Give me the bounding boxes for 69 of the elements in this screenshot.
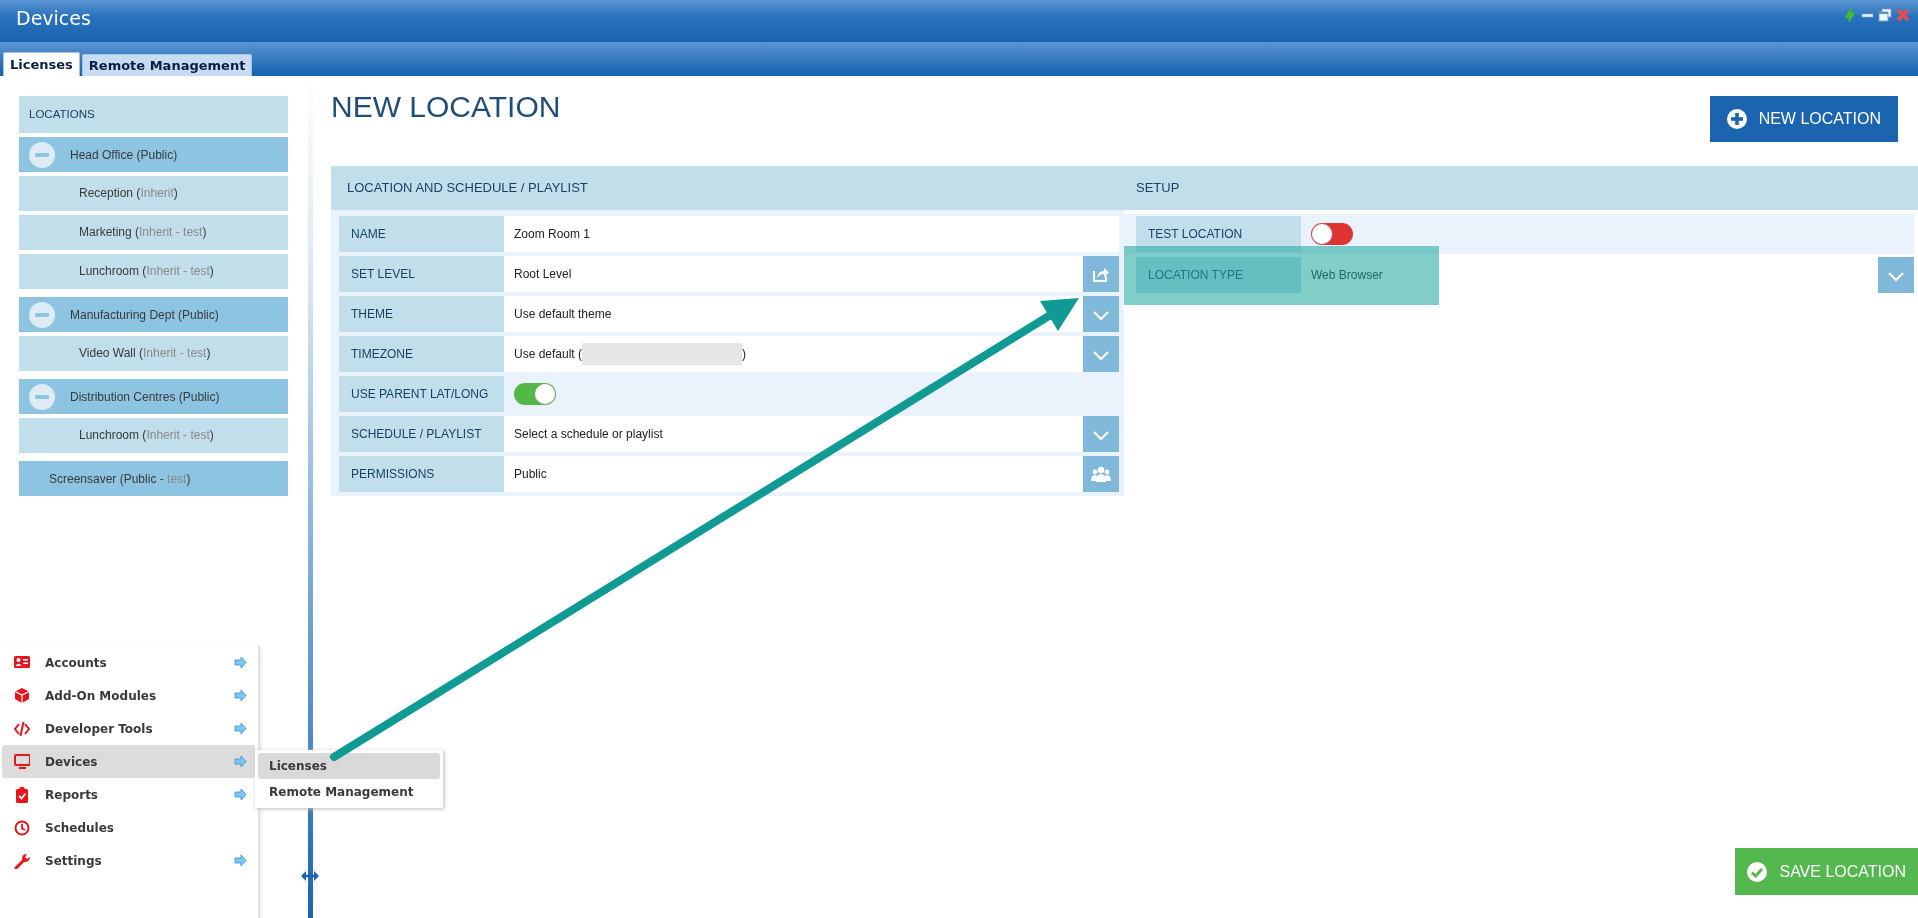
toggle-switch[interactable] <box>1311 223 1353 245</box>
location-name: Screensaver (Public - test) <box>49 471 191 486</box>
location-row[interactable]: Lunchroom (Inherit - test) <box>19 418 288 453</box>
field-label: PERMISSIONS <box>339 456 504 492</box>
monitor-icon <box>14 753 30 770</box>
field-label: SET LEVEL <box>339 256 504 292</box>
checkmark-icon <box>1747 861 1768 882</box>
field-label: LOCATION TYPE <box>1136 257 1301 293</box>
menu-item[interactable]: Settings <box>2 844 255 877</box>
resize-icon[interactable] <box>301 871 319 881</box>
menu-item[interactable]: Developer Tools <box>2 712 255 745</box>
location-name: Head Office (Public) <box>70 147 178 162</box>
tab[interactable]: Remote Management <box>81 54 253 76</box>
location-row[interactable]: Lunchroom (Inherit - test) <box>19 254 288 289</box>
collapse-icon[interactable] <box>29 301 55 328</box>
collapse-icon[interactable] <box>29 141 55 168</box>
menu-item[interactable]: Add-On Modules <box>2 679 255 712</box>
cube-icon <box>14 687 30 704</box>
menu-item[interactable]: Devices <box>2 745 255 778</box>
tab[interactable]: Licenses <box>3 52 80 76</box>
people-button[interactable] <box>1083 456 1119 492</box>
input-field[interactable]: Root Level <box>504 256 1083 292</box>
new-location-button[interactable]: NEW LOCATION <box>1709 96 1898 142</box>
window-title: Devices <box>16 7 91 29</box>
input-field[interactable]: Zoom Room 1 <box>504 216 1119 252</box>
wrench-icon <box>14 852 30 869</box>
toggle-switch[interactable] <box>514 383 556 405</box>
plus-icon <box>1726 109 1747 129</box>
location-group-row[interactable]: Head Office (Public) <box>19 137 288 172</box>
code-icon <box>14 720 30 737</box>
list-header: LOCATIONS <box>19 96 288 133</box>
people-icon <box>1091 465 1111 483</box>
menu-item[interactable]: Reports <box>2 778 255 811</box>
location-name: Distribution Centres (Public) <box>70 389 220 404</box>
page-title: NEW LOCATION <box>331 90 561 124</box>
collapse-icon[interactable] <box>29 383 55 410</box>
location-name: Manufacturing Dept (Public) <box>70 307 219 322</box>
dropdown-button[interactable] <box>1083 296 1119 332</box>
input-field[interactable]: Use default theme <box>504 296 1083 332</box>
location-row[interactable]: Reception (Inherit) <box>19 176 288 211</box>
menu-item[interactable]: Schedules <box>2 811 255 844</box>
field-label: TIMEZONE <box>339 336 504 372</box>
share-button[interactable] <box>1083 256 1119 292</box>
input-field[interactable]: Select a schedule or playlist <box>504 416 1083 452</box>
location-group-row[interactable]: Screensaver (Public - test) <box>19 461 288 496</box>
id-card-icon <box>14 654 30 671</box>
restore-icon[interactable] <box>1878 8 1892 22</box>
submenu-item[interactable]: Licenses <box>258 753 440 779</box>
dropdown-button[interactable] <box>1878 257 1914 293</box>
input-field[interactable]: Use default ( ) <box>504 336 1083 372</box>
location-group-row[interactable]: Distribution Centres (Public) <box>19 379 288 414</box>
dropdown-button[interactable] <box>1083 416 1119 452</box>
share-icon <box>1091 265 1111 283</box>
field-label: USE PARENT LAT/LONG <box>339 376 504 412</box>
input-field[interactable]: Public <box>504 456 1083 492</box>
clipboard-icon <box>14 786 30 803</box>
section-header: SETUP <box>1124 166 1918 210</box>
field-label: NAME <box>339 216 504 252</box>
field-label: SCHEDULE / PLAYLIST <box>339 416 504 452</box>
field-label: TEST LOCATION <box>1136 216 1301 252</box>
section-header: LOCATION AND SCHEDULE / PLAYLIST <box>331 166 1124 210</box>
location-row[interactable]: Video Wall (Inherit - test) <box>19 336 288 371</box>
field-label: THEME <box>339 296 504 332</box>
menu-item[interactable]: Accounts <box>2 646 255 679</box>
clock-icon <box>14 819 30 836</box>
dropdown-button[interactable] <box>1083 336 1119 372</box>
location-group-row[interactable]: Manufacturing Dept (Public) <box>19 297 288 332</box>
location-row[interactable]: Marketing (Inherit - test) <box>19 215 288 250</box>
submenu-item[interactable]: Remote Management <box>258 779 440 805</box>
